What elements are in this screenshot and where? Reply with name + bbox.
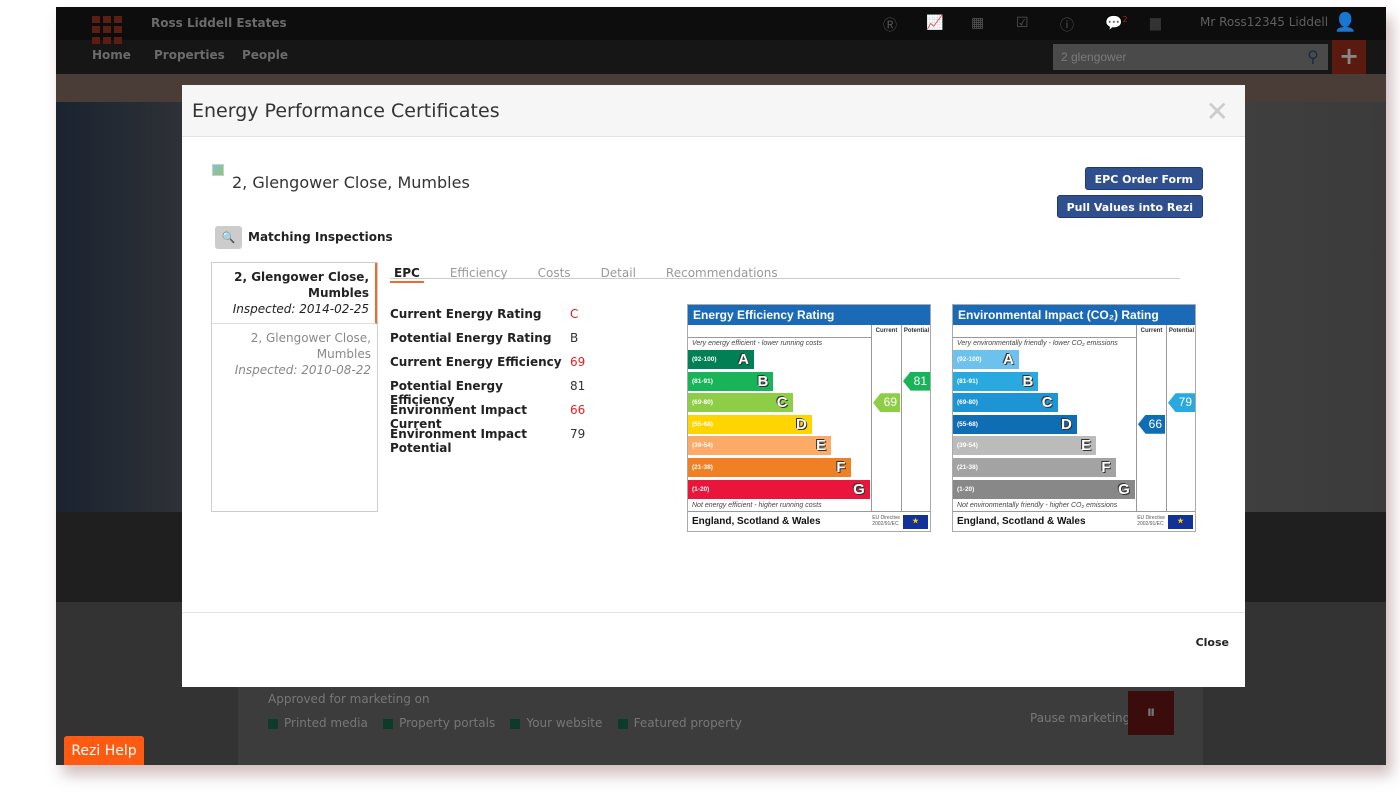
row-label: Environment Impact Potential bbox=[390, 427, 527, 455]
epc-row: Environment Impact Potential 79 bbox=[390, 427, 586, 455]
chart-icon[interactable]: 📈 bbox=[926, 15, 943, 31]
r-icon[interactable]: Ⓡ bbox=[883, 15, 897, 35]
potential-column-header: Potential bbox=[901, 325, 931, 511]
row-label: Potential Energy Efficiency bbox=[390, 379, 503, 407]
current-column-header: Current bbox=[871, 325, 901, 511]
row-value: 81 bbox=[570, 379, 586, 393]
rating-band-d: (55-68) D bbox=[688, 414, 812, 434]
approved-label: Approved for marketing on bbox=[268, 692, 430, 706]
modal-title: Energy Performance Certificates bbox=[192, 100, 500, 122]
search-icon[interactable]: 🔍 bbox=[215, 226, 242, 249]
rating-band-e: (39-54) E bbox=[953, 436, 1097, 456]
channel-checkbox[interactable]: Printed media bbox=[268, 716, 368, 730]
row-value: 79 bbox=[570, 427, 586, 441]
inspection-list: 2, Glengower Close, Mumbles Inspected: 20… bbox=[211, 262, 378, 512]
rating-band-d: (55-68) D bbox=[953, 414, 1077, 434]
row-value: 69 bbox=[570, 355, 586, 369]
tab-efficiency[interactable]: Efficiency bbox=[446, 266, 512, 283]
bottom-note: Not energy efficient - higher running co… bbox=[692, 502, 822, 509]
channel-checkbox[interactable]: Your website bbox=[510, 716, 602, 730]
user-name[interactable]: Mr Ross12345 Liddell bbox=[1200, 15, 1328, 29]
rating-band-g: (1-20) G bbox=[688, 479, 870, 499]
search-icon[interactable]: ⚲ bbox=[1298, 44, 1328, 70]
row-label: Potential Energy Rating bbox=[390, 331, 552, 345]
pause-label: Pause marketing bbox=[1030, 711, 1131, 725]
chart-title: Energy Efficiency Rating bbox=[688, 305, 930, 325]
rating-band-a: (92-100) A bbox=[953, 350, 1019, 369]
epc-row: Potential Energy Rating B bbox=[390, 331, 585, 355]
alert-icon[interactable]: ⓘ bbox=[1060, 15, 1074, 35]
chart-title: Environmental Impact (CO₂) Rating bbox=[953, 305, 1195, 325]
row-value: 66 bbox=[570, 403, 586, 417]
tab-recommendations[interactable]: Recommendations bbox=[662, 266, 782, 283]
add-button[interactable]: + bbox=[1332, 40, 1366, 74]
help-button[interactable]: Rezi Help bbox=[64, 736, 144, 765]
row-label: Current Energy Efficiency bbox=[390, 355, 562, 369]
tab-detail[interactable]: Detail bbox=[597, 266, 640, 283]
bottom-note: Not environmentally friendly - higher CO… bbox=[957, 502, 1118, 509]
modal-footer bbox=[182, 612, 1245, 613]
top-note: Very environmentally friendly - lower CO… bbox=[957, 340, 1118, 347]
nav-home[interactable]: Home bbox=[92, 48, 131, 62]
potential-column-header: Potential bbox=[1166, 325, 1196, 511]
modal-header: Energy Performance Certificates ✕ bbox=[182, 85, 1245, 137]
close-button[interactable]: Close bbox=[1196, 636, 1229, 649]
briefcase-icon[interactable]: ▆ bbox=[1150, 15, 1161, 31]
channel-checkbox[interactable]: Featured property bbox=[617, 716, 742, 730]
close-icon[interactable]: ✕ bbox=[1206, 95, 1229, 128]
app-logo[interactable] bbox=[92, 16, 124, 44]
nav-properties[interactable]: Properties bbox=[154, 48, 225, 62]
epc-modal: Energy Performance Certificates ✕ 2, Gle… bbox=[182, 85, 1245, 687]
rating-band-b: (81-91) B bbox=[688, 371, 774, 391]
row-value: B bbox=[570, 331, 579, 345]
nav-people[interactable]: People bbox=[242, 48, 288, 62]
epc-row: Environment Impact Current 66 bbox=[390, 403, 586, 431]
row-label: Environment Impact Current bbox=[390, 403, 527, 431]
channel-checkbox[interactable]: Property portals bbox=[383, 716, 495, 730]
notification-badge: 2 bbox=[1122, 15, 1128, 24]
epc-values: Current Energy Rating C Potential Energy R… bbox=[390, 307, 586, 455]
search-input[interactable] bbox=[1053, 44, 1298, 70]
rating-band-a: (92-100) A bbox=[688, 350, 754, 369]
epc-order-form-button[interactable]: EPC Order Form bbox=[1084, 167, 1203, 190]
brand-name[interactable]: Ross Liddell Estates bbox=[151, 16, 287, 30]
property-address: 2, Glengower Close, Mumbles bbox=[232, 173, 470, 192]
eu-directive: EU Directive 2002/91/EC bbox=[872, 515, 900, 527]
eu-directive: EU Directive 2002/91/EC bbox=[1137, 515, 1165, 527]
pause-button[interactable]: ⏸ bbox=[1128, 691, 1174, 735]
matching-inspections-label: Matching Inspections bbox=[248, 230, 393, 244]
pull-values-button[interactable]: Pull Values into Rezi bbox=[1056, 195, 1203, 218]
rating-band-f: (21-38) F bbox=[688, 458, 851, 477]
channel-list: Printed media Property portals Your webs… bbox=[268, 716, 742, 730]
energy-efficiency-chart: Energy Efficiency Rating Current Potenti… bbox=[687, 304, 931, 532]
epc-row: Current Energy Rating C bbox=[390, 307, 585, 331]
epc-row: Current Energy Efficiency 69 bbox=[390, 355, 585, 379]
property-image bbox=[212, 164, 224, 176]
checkbox-icon[interactable]: ☑ bbox=[1016, 15, 1029, 31]
tab-costs[interactable]: Costs bbox=[534, 266, 575, 283]
chart-footer: England, Scotland & Wales EU Directive 200… bbox=[953, 511, 1195, 531]
eu-flag-icon: ★ bbox=[1168, 515, 1193, 529]
tab-bar: EPC Efficiency Costs Detail Recommendations bbox=[390, 262, 1180, 283]
tab-epc[interactable]: EPC bbox=[390, 266, 424, 283]
list-item[interactable]: 2, Glengower Close, Mumbles Inspected: 20… bbox=[212, 263, 377, 324]
rating-band-c: (69-80) C bbox=[688, 393, 793, 413]
list-item[interactable]: 2, Glengower Close, Mumbles Inspected: 20… bbox=[212, 324, 377, 384]
rating-band-c: (69-80) C bbox=[953, 393, 1058, 413]
chat-icon[interactable]: 💬2 bbox=[1105, 15, 1128, 32]
rating-band-b: (81-91) B bbox=[953, 371, 1039, 391]
calendar-icon[interactable]: ▦ bbox=[971, 15, 984, 31]
top-note: Very energy efficient - lower running co… bbox=[692, 340, 823, 347]
row-label: Current Energy Rating bbox=[390, 307, 542, 321]
chart-footer: England, Scotland & Wales EU Directive 200… bbox=[688, 511, 930, 531]
avatar[interactable]: 👤 bbox=[1334, 12, 1356, 33]
rating-band-e: (39-54) E bbox=[688, 436, 832, 456]
rating-band-f: (21-38) F bbox=[953, 458, 1116, 477]
epc-row: Potential Energy Efficiency 81 bbox=[390, 379, 586, 407]
rating-band-g: (1-20) G bbox=[953, 479, 1135, 499]
environmental-impact-chart: Environmental Impact (CO₂) Rating Curren… bbox=[952, 304, 1196, 532]
row-value: C bbox=[570, 307, 579, 321]
eu-flag-icon: ★ bbox=[903, 515, 928, 529]
